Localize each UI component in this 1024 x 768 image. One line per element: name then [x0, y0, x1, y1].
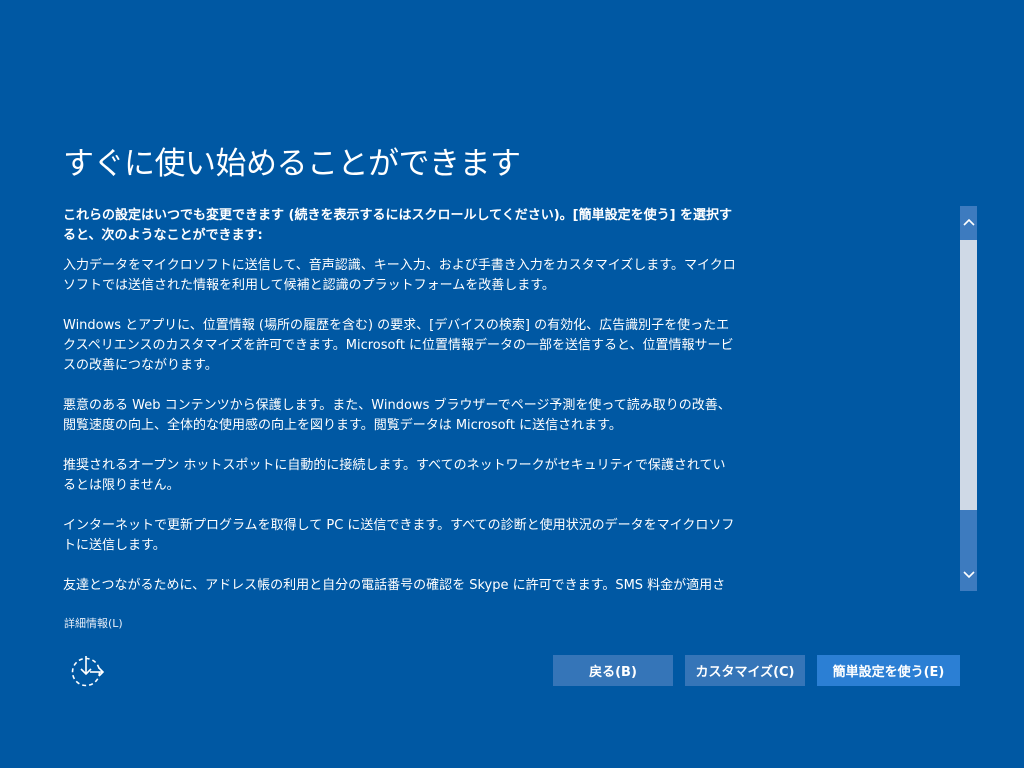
customize-button[interactable]: カスタマイズ(C)	[685, 655, 805, 686]
scroll-thumb[interactable]	[960, 240, 977, 510]
paragraph-skype-contacts: 友達とつながるために、アドレス帳の利用と自分の電話番号の確認を Skype に許…	[63, 578, 726, 592]
more-info-link[interactable]: 詳細情報(L)	[64, 615, 123, 631]
ease-of-access-icon	[71, 656, 105, 687]
chevron-down-icon	[962, 571, 975, 579]
paragraph-hotspots: 推奨されるオープン ホットスポットに自動的に接続します。すべてのネットワークがセ…	[63, 458, 726, 493]
paragraph-location: Windows とアプリに、位置情報 (場所の履歴を含む) の要求、[デバイスの…	[63, 318, 734, 373]
vertical-scrollbar[interactable]	[960, 206, 977, 591]
back-button[interactable]: 戻る(B)	[553, 655, 673, 686]
paragraph-updates-diagnostics: インターネットで更新プログラムを取得して PC に送信できます。すべての診断と使…	[63, 518, 735, 553]
paragraph-input-personalization: 入力データをマイクロソフトに送信して、音声認識、キー入力、および手書き入力をカス…	[63, 258, 736, 293]
ease-of-access-button[interactable]	[70, 654, 106, 688]
scroll-down-button[interactable]	[960, 559, 977, 591]
scroll-up-button[interactable]	[960, 206, 977, 238]
settings-description[interactable]: これらの設定はいつでも変更できます (続きを表示するにはスクロールしてください)…	[63, 206, 738, 592]
intro-text: これらの設定はいつでも変更できます (続きを表示するにはスクロールしてください)…	[63, 208, 733, 243]
chevron-up-icon	[962, 218, 975, 226]
use-express-settings-button[interactable]: 簡単設定を使う(E)	[817, 655, 960, 686]
page-title: すぐに使い始めることができます	[63, 146, 521, 182]
paragraph-browser-protection: 悪意のある Web コンテンツから保護します。また、Windows ブラウザーで…	[63, 398, 731, 433]
